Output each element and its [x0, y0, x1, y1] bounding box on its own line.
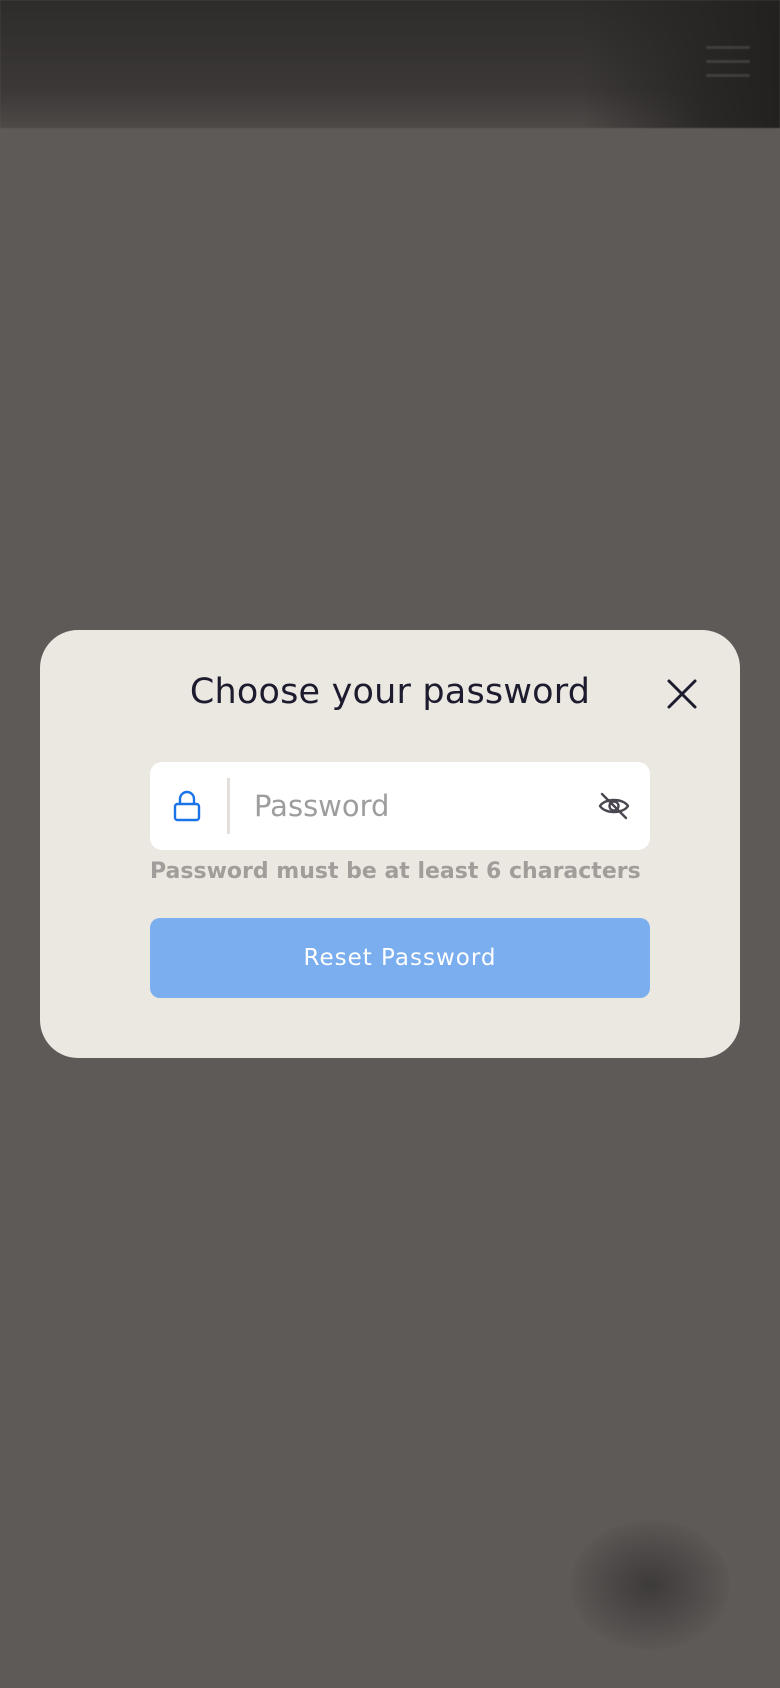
floating-action-button-blurred [570, 1520, 730, 1650]
lock-icon [173, 790, 201, 822]
header-shade [580, 0, 780, 128]
reset-password-modal: Choose your password Password must be at… [40, 630, 740, 1058]
reset-password-button[interactable]: Reset Password [150, 918, 650, 998]
hamburger-menu-icon[interactable] [706, 46, 750, 80]
close-icon [667, 679, 697, 709]
password-hint: Password must be at least 6 characters [150, 859, 641, 884]
field-divider [227, 778, 230, 834]
modal-title: Choose your password [189, 672, 591, 712]
password-input[interactable] [254, 780, 584, 832]
password-field[interactable] [150, 762, 650, 850]
app-header-backdrop [0, 0, 780, 128]
eye-off-icon[interactable] [597, 790, 631, 822]
close-button[interactable] [660, 672, 704, 716]
